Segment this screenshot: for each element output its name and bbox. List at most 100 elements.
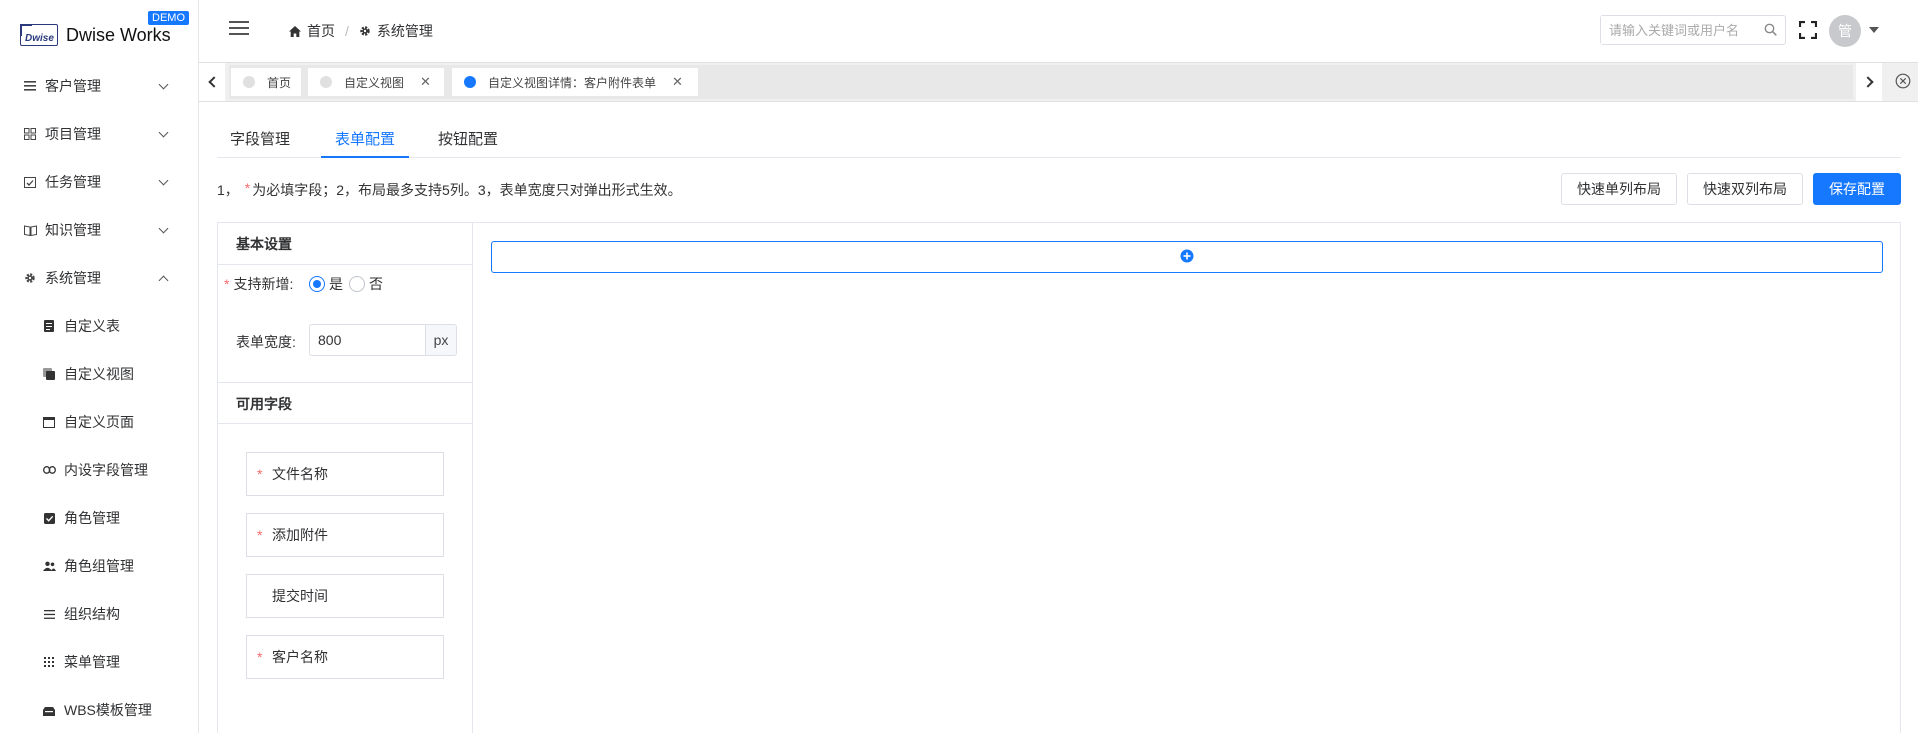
notice-text: 1， [217, 182, 239, 198]
lines-icon [42, 607, 56, 621]
sidebar-item-label: 项目管理 [45, 126, 101, 142]
sidebar-subitem-org[interactable]: 组织结构 [0, 590, 198, 638]
tab-status-dot [243, 76, 255, 88]
dots-grid-icon [42, 655, 56, 669]
gear-icon [23, 271, 37, 285]
close-icon[interactable]: ✕ [420, 74, 431, 90]
calendar-check-icon [23, 175, 37, 189]
logo-mark-text: Dwise [25, 33, 54, 44]
plus-circle-icon[interactable] [1180, 249, 1194, 266]
hamburger-menu-icon[interactable] [229, 21, 249, 37]
required-star: * [257, 527, 263, 543]
sidebar-subitem-label: 自定义视图 [64, 366, 134, 382]
support-add-yes-radio[interactable]: 是 [309, 274, 343, 294]
close-all-tabs-icon[interactable] [1895, 73, 1911, 89]
single-column-layout-button[interactable]: 快速单列布局 [1561, 173, 1677, 205]
add-row-drop-area[interactable] [491, 241, 1883, 273]
breadcrumb: 首页 / 系统管理 [289, 21, 433, 41]
page-tab-home[interactable]: 首页 [231, 68, 301, 96]
chevron-down-icon [158, 175, 169, 186]
sidebar-subitem-label: 角色管理 [64, 510, 120, 526]
tabs-scroll-right-button[interactable] [1856, 63, 1882, 101]
chevron-up-icon [158, 275, 169, 286]
form-width-unit: px [425, 324, 457, 356]
sidebar-item-customer[interactable]: 客户管理 [0, 62, 198, 110]
sidebar-item-knowledge[interactable]: 知识管理 [0, 206, 198, 254]
field-card-customer-name[interactable]: * 客户名称 [246, 635, 444, 679]
tab-status-dot [464, 76, 476, 88]
checkbox-icon [42, 511, 56, 525]
sidebar-subitem-menus[interactable]: 菜单管理 [0, 638, 198, 686]
logo-mark: Dwise [20, 24, 58, 46]
sidebar-subitem-custom-view[interactable]: 自定义视图 [0, 350, 198, 398]
page-tab-view-detail[interactable]: 自定义视图详情：客户附件表单 ✕ [452, 68, 698, 96]
breadcrumb-home[interactable]: 首页 [307, 21, 335, 41]
page-tab-label: 首页 [267, 75, 292, 90]
chevron-down-icon [158, 79, 169, 90]
sidebar-item-label: 系统管理 [45, 270, 101, 286]
sidebar-subitem-role-groups[interactable]: 角色组管理 [0, 542, 198, 590]
sidebar-subitem-builtin-fields[interactable]: 内设字段管理 [0, 446, 198, 494]
field-card-file-name[interactable]: * 文件名称 [246, 452, 444, 496]
form-config-panel: 基本设置 *支持新增: 是 否 表单宽度: px 可用字段 * 文件名称 * 添… [217, 222, 1901, 733]
radio-circle [309, 276, 325, 292]
breadcrumb-separator: / [345, 23, 349, 39]
radio-circle [349, 276, 365, 292]
close-icon[interactable]: ✕ [672, 74, 683, 90]
avatar[interactable]: 管 [1829, 15, 1861, 47]
sidebar-item-system[interactable]: 系统管理 [0, 254, 198, 302]
grid-icon [23, 127, 37, 141]
sidebar-item-task[interactable]: 任务管理 [0, 158, 198, 206]
chevron-left-icon [207, 76, 220, 88]
chevron-right-icon [1861, 76, 1874, 88]
page-tabs-bar: 首页 自定义视图 ✕ 自定义视图详情：客户附件表单 ✕ [199, 62, 1918, 102]
double-column-layout-button[interactable]: 快速双列布局 [1687, 173, 1803, 205]
radio-label: 是 [329, 276, 343, 292]
sidebar-subitem-wbs[interactable]: WBS模板管理 [0, 686, 198, 733]
sidebar-subitem-custom-table[interactable]: 自定义表 [0, 302, 198, 350]
tab-field-management[interactable]: 字段管理 [217, 122, 303, 158]
logo-text: Dwise Works [66, 25, 171, 45]
required-star: * [244, 180, 251, 196]
field-label: 添加附件 [272, 527, 328, 543]
form-config-notice: 1， * 为必填字段；2，布局最多支持5列。3，表单宽度只对弹出形式生效。 [217, 180, 682, 200]
save-config-button[interactable]: 保存配置 [1813, 173, 1901, 205]
tab-form-config[interactable]: 表单配置 [321, 122, 409, 158]
field-card-add-attachment[interactable]: * 添加附件 [246, 513, 444, 557]
required-star: * [257, 466, 263, 482]
search-input[interactable] [1601, 16, 1751, 44]
chevron-down-icon [158, 223, 169, 234]
sidebar-subitem-label: 内设字段管理 [64, 462, 148, 478]
logo[interactable]: Dwise Dwise Works DEMO [0, 0, 198, 62]
tab-button-config[interactable]: 按钮配置 [425, 122, 511, 158]
sidebar-item-label: 任务管理 [45, 174, 101, 190]
top-header: 首页 / 系统管理 管 [199, 0, 1918, 62]
config-tabs: 字段管理 表单配置 按钮配置 [217, 122, 1901, 158]
support-add-no-radio[interactable]: 否 [349, 274, 383, 294]
fullscreen-icon[interactable] [1798, 20, 1818, 40]
page-tab-custom-view[interactable]: 自定义视图 ✕ [308, 68, 444, 96]
search-icon[interactable] [1764, 23, 1777, 39]
sidebar-item-project[interactable]: 项目管理 [0, 110, 198, 158]
tabs-scroll-left-button[interactable] [199, 63, 225, 101]
sidebar-subitem-label: WBS模板管理 [64, 702, 152, 718]
field-label: 提交时间 [272, 588, 328, 604]
field-label: 文件名称 [272, 466, 328, 482]
sidebar-subitem-roles[interactable]: 角色管理 [0, 494, 198, 542]
support-add-label: * 支持新增: [224, 276, 294, 292]
sidebar-subitem-custom-page[interactable]: 自定义页面 [0, 398, 198, 446]
gear-icon [359, 25, 371, 37]
users-icon [42, 559, 56, 573]
sidebar: Dwise Dwise Works DEMO 客户管理 项目管理 任务管理 知识… [0, 0, 199, 733]
required-star: * [257, 649, 263, 665]
caret-down-icon[interactable] [1869, 27, 1879, 33]
field-card-submit-time[interactable]: 提交时间 [246, 574, 444, 618]
notice-text: 为必填字段；2，布局最多支持5列。3，表单宽度只对弹出形式生效。 [252, 182, 682, 198]
sidebar-subitem-label: 组织结构 [64, 606, 120, 622]
demo-badge: DEMO [148, 11, 189, 25]
form-width-label: 表单宽度: [236, 334, 296, 350]
tabs-track: 首页 自定义视图 ✕ 自定义视图详情：客户附件表单 ✕ [229, 65, 1853, 99]
doc-icon [42, 319, 56, 333]
form-width-input[interactable] [309, 324, 425, 356]
sidebar-subitem-label: 自定义表 [64, 318, 120, 334]
